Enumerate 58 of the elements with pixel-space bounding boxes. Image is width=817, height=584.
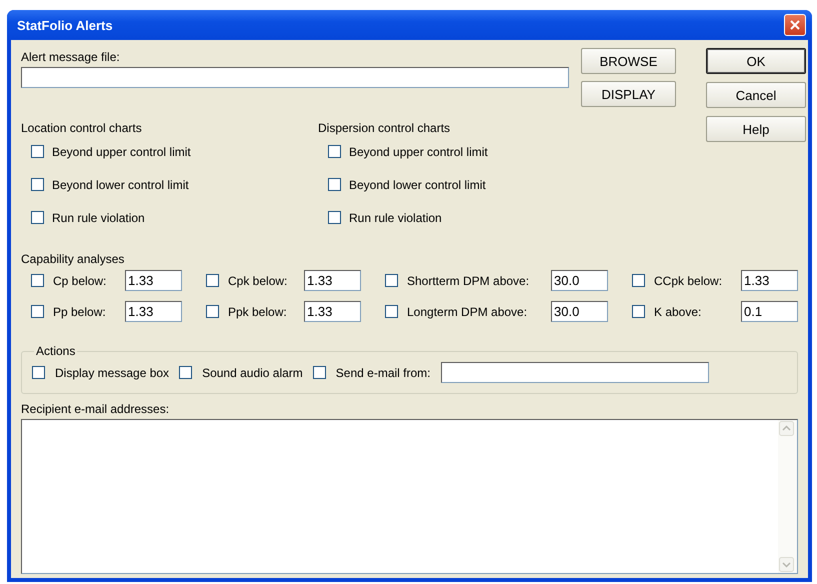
input-field[interactable] xyxy=(440,362,708,383)
input-field[interactable]: 30.0 xyxy=(551,301,608,322)
field-label: Alert message file: xyxy=(21,50,121,64)
field-label: Recipient e-mail addresses: xyxy=(21,402,170,416)
checkbox[interactable] xyxy=(32,366,45,379)
window-title: StatFolio Alerts xyxy=(17,18,113,32)
input-field[interactable]: 1.33 xyxy=(304,270,361,291)
close-icon xyxy=(789,19,801,31)
input-field[interactable] xyxy=(21,67,569,88)
checkbox[interactable] xyxy=(206,274,219,287)
input-field[interactable]: 1.33 xyxy=(741,270,798,291)
checkbox-label: Beyond upper control limit xyxy=(52,144,191,158)
input-field[interactable]: 30.0 xyxy=(551,270,608,291)
checkbox-label: Ppk below: xyxy=(228,304,288,318)
checkbox-label: Beyond lower control limit xyxy=(349,178,486,192)
close-button[interactable] xyxy=(784,14,806,36)
checkbox-label: Longterm DPM above: xyxy=(407,304,528,318)
input-field[interactable]: 1.33 xyxy=(125,270,182,291)
checkbox-label: Sound audio alarm xyxy=(202,366,303,380)
checkbox-label: CCpk below: xyxy=(654,274,724,288)
checkbox-label: Beyond lower control limit xyxy=(52,178,189,192)
checkbox[interactable] xyxy=(385,305,398,318)
checkbox[interactable] xyxy=(31,145,44,158)
checkbox[interactable] xyxy=(328,211,341,224)
checkbox[interactable] xyxy=(632,274,645,287)
checkbox[interactable] xyxy=(632,305,645,318)
dialog-button[interactable]: Help xyxy=(706,116,806,142)
dialog-button[interactable]: Cancel xyxy=(706,82,806,108)
checkbox-label: Run rule violation xyxy=(349,210,442,224)
group-label: Location control charts xyxy=(21,121,143,135)
input-field[interactable]: 0.1 xyxy=(741,301,798,322)
file-button[interactable]: BROWSE xyxy=(581,48,676,74)
checkbox[interactable] xyxy=(31,178,44,191)
dialog-button[interactable]: OK xyxy=(706,48,806,74)
checkbox[interactable] xyxy=(206,305,219,318)
checkbox-label: Beyond upper control limit xyxy=(349,144,488,158)
checkbox-label: Cpk below: xyxy=(228,274,288,288)
checkbox-label: Shortterm DPM above: xyxy=(407,274,530,288)
input-field[interactable]: 1.33 xyxy=(125,301,182,322)
group-label: Capability analyses xyxy=(21,252,126,266)
checkbox-label: Display message box xyxy=(55,366,170,380)
checkbox[interactable] xyxy=(328,178,341,191)
checkbox-label: Run rule violation xyxy=(52,210,145,224)
group-label: Actions xyxy=(35,344,76,358)
checkbox[interactable] xyxy=(31,274,44,287)
checkbox-label: Cp below: xyxy=(53,274,108,288)
checkbox[interactable] xyxy=(385,274,398,287)
checkbox-label: Send e-mail from: xyxy=(336,366,430,380)
checkbox[interactable] xyxy=(31,305,44,318)
checkbox[interactable] xyxy=(328,145,341,158)
checkbox-label: Pp below: xyxy=(53,304,107,318)
checkbox[interactable] xyxy=(179,366,192,379)
file-button[interactable]: DISPLAY xyxy=(581,81,676,107)
checkbox[interactable] xyxy=(312,366,326,379)
input-field[interactable]: 1.33 xyxy=(304,301,361,322)
group-label: Dispersion control charts xyxy=(318,121,452,135)
checkbox[interactable] xyxy=(31,211,44,224)
checkbox-label: K above: xyxy=(654,304,702,318)
